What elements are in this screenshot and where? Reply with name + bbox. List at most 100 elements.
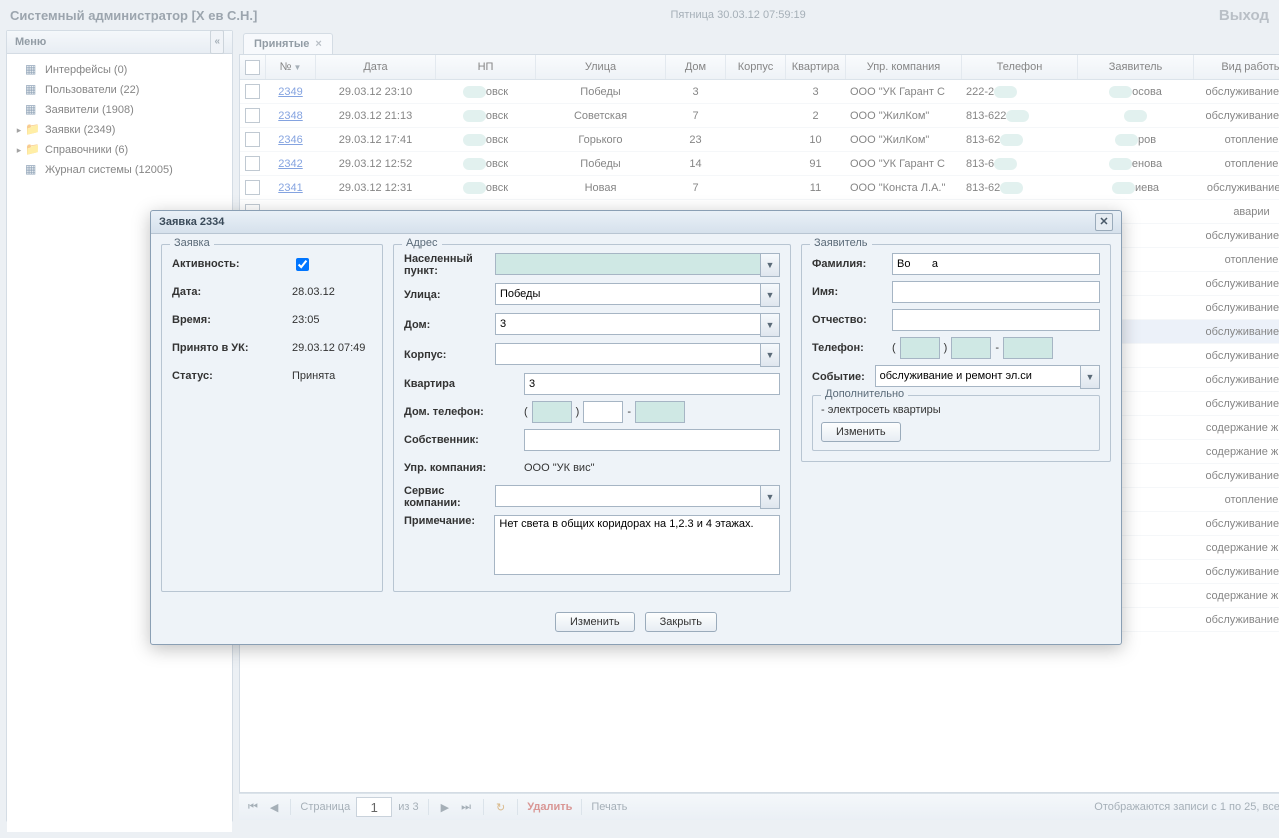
dialog-close-button[interactable]: ✕ [1095,213,1113,231]
table-row[interactable]: 234629.03.12 17:41xxовскГорького2310ООО … [240,128,1279,152]
table-row[interactable]: 234229.03.12 12:52xxовскПобеды1491ООО "У… [240,152,1279,176]
phone-number-input[interactable] [1003,337,1053,359]
house-combo[interactable]: ▼ [495,313,780,337]
col-company[interactable]: Упр. компания [846,55,962,79]
exit-link[interactable]: Выход [1219,7,1269,24]
request-link[interactable]: 2349 [278,86,302,98]
tab-accepted[interactable]: Принятые × [243,33,333,54]
row-checkbox[interactable] [245,180,260,195]
label-surname: Фамилия: [812,258,892,270]
delete-button[interactable]: Удалить [527,801,572,813]
row-checkbox[interactable] [245,108,260,123]
col-number[interactable]: № ▼ [266,55,316,79]
print-button[interactable]: Печать [591,801,627,813]
expand-icon[interactable]: ▸ [13,145,25,156]
sidebar-collapse-button[interactable]: « [210,30,224,54]
grid-toolbar: ⏮ ◀ Страница из 3 ▶ ⏭ ↻ Удалить Печать О… [239,793,1279,820]
request-link[interactable]: 2341 [278,182,302,194]
phone-number-input[interactable] [635,401,685,423]
tab-close-icon[interactable]: × [315,38,321,50]
service-combo[interactable]: ▼ [495,485,780,509]
col-house[interactable]: Дом [666,55,726,79]
dropdown-icon[interactable]: ▼ [760,313,780,337]
row-checkbox[interactable] [245,132,260,147]
phone-prefix-input[interactable] [951,337,991,359]
col-np[interactable]: НП [436,55,536,79]
refresh-icon[interactable]: ↻ [493,801,508,814]
col-checkbox[interactable] [240,55,266,79]
dropdown-icon[interactable]: ▼ [1080,365,1100,389]
fieldset-title: Адрес [402,237,442,249]
flat-input[interactable] [524,373,780,395]
dialog-edit-button[interactable]: Изменить [555,612,635,632]
pager-status: Отображаются записи с 1 по 25, всего 54 [1094,801,1279,813]
street-combo[interactable]: ▼ [495,283,780,307]
dialog-close-button[interactable]: Закрыть [645,612,717,632]
tree-item-users[interactable]: Пользователи (22) [13,80,226,100]
tree-item-interfaces[interactable]: Интерфейсы (0) [13,60,226,80]
grid-icon [25,62,41,78]
col-applicant[interactable]: Заявитель [1078,55,1194,79]
owner-input[interactable] [524,429,780,451]
tree-item-requests[interactable]: ▸Заявки (2349) [13,120,226,140]
dropdown-icon[interactable]: ▼ [760,485,780,509]
col-date[interactable]: Дата [316,55,436,79]
table-row[interactable]: 234129.03.12 12:31xxовскНовая711ООО "Кон… [240,176,1279,200]
patronymic-input[interactable] [892,309,1100,331]
extra-edit-button[interactable]: Изменить [821,422,901,442]
col-street[interactable]: Улица [536,55,666,79]
city-combo[interactable]: ▼ [495,253,780,277]
grid-icon [25,162,41,178]
label-patronymic: Отчество: [812,314,892,326]
corp-combo[interactable]: ▼ [495,343,780,367]
table-row[interactable]: 234829.03.12 21:13xxовскСоветская72ООО "… [240,104,1279,128]
surname-input[interactable] [892,253,1100,275]
col-work[interactable]: Вид работы [1194,55,1279,79]
label-service: Сервис компании: [404,485,495,509]
value-accepted: 29.03.12 07:49 [292,342,372,354]
note-textarea[interactable] [494,515,780,575]
request-link[interactable]: 2346 [278,134,302,146]
table-row[interactable]: 234929.03.12 23:10xxовскПобеды33ООО "УК … [240,80,1279,104]
row-checkbox[interactable] [245,156,260,171]
phone-area-input[interactable] [532,401,572,423]
fieldset-request: Заявка Активность: Дата:28.03.12 Время:2… [161,244,383,592]
fieldset-address: Адрес Населенный пункт:▼ Улица:▼ Дом:▼ К… [393,244,791,592]
active-checkbox[interactable] [296,258,309,271]
page-last-icon[interactable]: ⏭ [458,801,474,814]
page-input[interactable] [356,797,392,817]
request-link[interactable]: 2348 [278,110,302,122]
grid-icon [25,102,41,118]
col-flat[interactable]: Квартира [786,55,846,79]
page-prev-icon[interactable]: ◀ [267,801,281,814]
tree-item-journal[interactable]: Журнал системы (12005) [13,160,226,180]
request-link[interactable]: 2342 [278,158,302,170]
label-owner: Собственник: [404,434,524,446]
page-next-icon[interactable]: ▶ [438,801,452,814]
phone-prefix-input[interactable] [583,401,623,423]
phone-area-input[interactable] [900,337,940,359]
dropdown-icon[interactable]: ▼ [760,283,780,307]
page-of: из 3 [398,801,418,813]
tree-item-applicants[interactable]: Заявители (1908) [13,100,226,120]
value-time: 23:05 [292,314,372,326]
name-input[interactable] [892,281,1100,303]
header-datetime: Пятница 30.03.12 07:59:19 [670,9,805,21]
expand-icon[interactable]: ▸ [13,125,25,136]
fieldset-applicant: Заявитель Фамилия: Имя: Отчество: Телефо… [801,244,1111,462]
col-corp[interactable]: Корпус [726,55,786,79]
label-house: Дом: [404,319,495,331]
applicant-phone-group: ( ) - [892,337,1100,359]
label-flat: Квартира [404,378,524,390]
tree-item-references[interactable]: ▸Справочники (6) [13,140,226,160]
event-combo[interactable]: ▼ [875,365,1100,389]
dropdown-icon[interactable]: ▼ [760,253,780,277]
dropdown-icon[interactable]: ▼ [760,343,780,367]
label-homephone: Дом. телефон: [404,406,524,418]
dialog-header[interactable]: Заявка 2334 ✕ [151,211,1121,234]
page-first-icon[interactable]: ⏮ [245,801,261,814]
label-time: Время: [172,314,292,326]
row-checkbox[interactable] [245,84,260,99]
col-phone[interactable]: Телефон [962,55,1078,79]
label-status: Статус: [172,370,292,382]
